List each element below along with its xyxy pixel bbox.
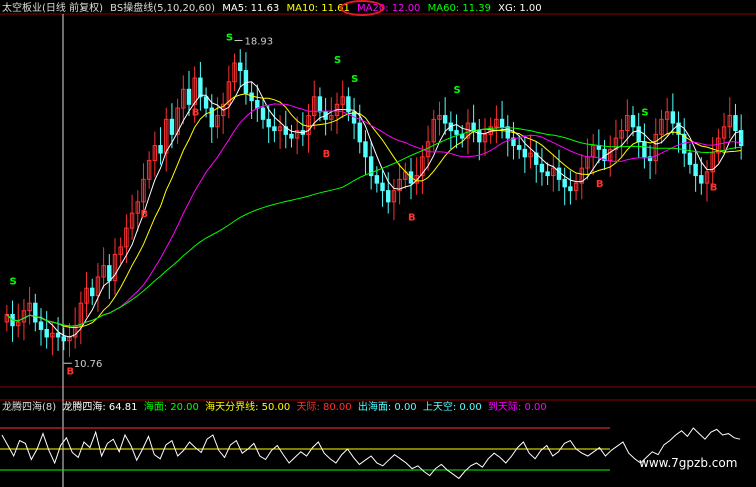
candle-body	[90, 287, 95, 297]
candle-body	[33, 302, 38, 323]
candle-body	[198, 77, 203, 98]
candle-body	[568, 186, 573, 192]
candle-body	[317, 96, 323, 113]
candle-body	[186, 88, 192, 105]
candle-body	[516, 145, 522, 150]
candle-body	[699, 175, 704, 184]
candle-body	[693, 163, 698, 177]
candle-body	[260, 107, 266, 120]
low-label: 10.76	[74, 359, 103, 370]
candle-body	[442, 115, 448, 124]
xg-readout: XG: 1.00	[498, 3, 542, 14]
candle-body	[107, 265, 112, 282]
candle-body	[272, 126, 277, 132]
stock-name: 太空板业(日线 前复权)	[2, 3, 103, 14]
sell-signal: S	[454, 85, 461, 96]
candle-body	[238, 62, 243, 72]
candle-body	[55, 332, 61, 338]
sub-arrive-value: 到天际: 0.00	[487, 402, 547, 413]
sub-line-value: 海天分界线: 50.00	[205, 402, 291, 413]
buy-signal: B	[408, 213, 416, 224]
candle-body	[255, 100, 260, 109]
candle-body	[522, 148, 528, 158]
candle-body	[454, 130, 459, 135]
sell-signal: S	[10, 276, 17, 287]
candle-body	[61, 336, 66, 342]
candle-body	[158, 145, 163, 154]
sell-signal: S	[641, 108, 648, 119]
sell-signal: S	[351, 74, 358, 85]
high-label: 18.93	[245, 37, 274, 48]
sell-signal: S	[334, 55, 341, 66]
sub-sea-value: 海面: 20.00	[143, 402, 199, 413]
candle-body	[636, 126, 641, 143]
sub-header: 龙腾四海(8) 龙腾四海: 64.81 海面: 20.00 海天分界线: 50.…	[2, 402, 550, 414]
candle-body	[630, 115, 636, 128]
buy-signal: B	[192, 108, 200, 119]
candle-body	[363, 141, 368, 158]
main-header: 太空板业(日线 前复权) BS操盘线(5,10,20,60) MA5: 11.6…	[2, 3, 546, 15]
candle-body	[562, 178, 567, 188]
sell-signal: S	[226, 33, 233, 44]
watermark: www.7gpzb.com	[639, 456, 738, 470]
candle-body	[44, 328, 49, 338]
sub-sky-value: 天际: 80.00	[296, 402, 352, 413]
candle-body	[642, 141, 647, 158]
candle-body	[733, 115, 738, 132]
buy-signal: B	[323, 149, 331, 160]
candle-body	[203, 96, 209, 109]
buy-signal: B	[140, 209, 148, 220]
candle-body	[374, 175, 380, 184]
ma60-readout: MA60: 11.39	[427, 3, 491, 14]
xg-highlight-ring	[340, 0, 384, 16]
indicator-name: BS操盘线(5,10,20,60)	[110, 3, 216, 14]
buy-signal: B	[710, 183, 718, 194]
candle-body	[539, 163, 545, 173]
candle-body	[380, 182, 385, 192]
buy-signal: B	[596, 179, 604, 190]
sub-up-value: 上天空: 0.00	[422, 402, 482, 413]
sub-main-value: 龙腾四海: 64.81	[62, 402, 138, 413]
candle-body	[357, 122, 362, 143]
candle-body	[266, 118, 271, 128]
candle-body	[169, 118, 175, 135]
sub-title: 龙腾四海(8)	[2, 402, 57, 413]
candle-body	[556, 167, 562, 180]
oscillator-line	[1, 427, 741, 480]
candle-body	[505, 126, 510, 139]
ma60-line	[6, 126, 742, 327]
candle-body	[38, 321, 44, 330]
candle-body	[289, 133, 294, 139]
candle-body	[243, 70, 249, 94]
candle-body	[477, 130, 482, 143]
ma10-line	[6, 93, 742, 329]
candle-body	[471, 122, 476, 132]
sub-out-value: 出海面: 0.00	[357, 402, 417, 413]
ma5-readout: MA5: 11.63	[222, 3, 280, 14]
candle-body	[687, 152, 693, 165]
candle-body	[670, 111, 676, 124]
buy-signal: B	[66, 366, 74, 377]
candle-body	[499, 118, 505, 128]
candle-body	[386, 190, 391, 203]
candle-body	[460, 133, 465, 139]
candle-body	[545, 171, 550, 177]
